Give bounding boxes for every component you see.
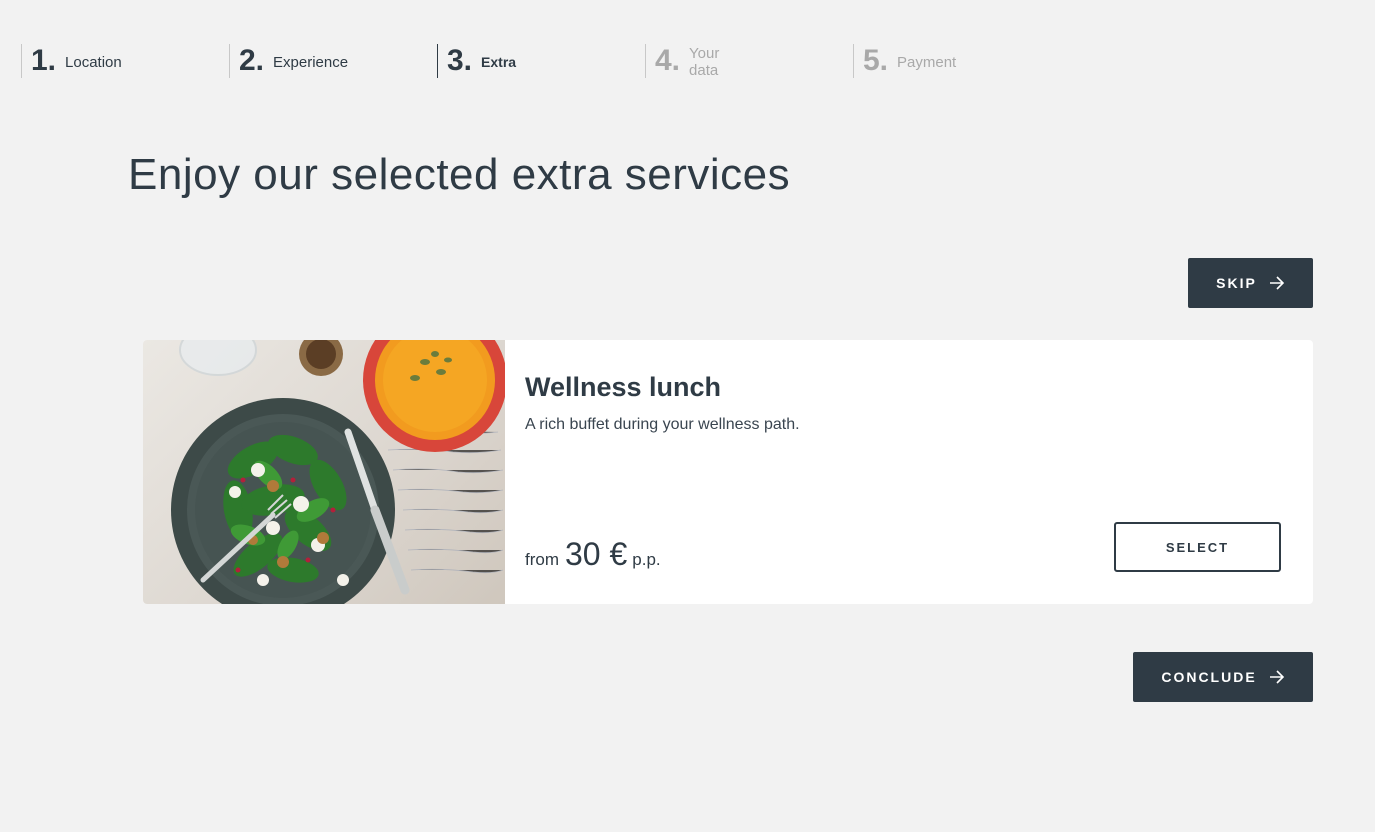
step-label: Experience bbox=[273, 53, 349, 71]
step-location[interactable]: 1. Location bbox=[21, 44, 122, 78]
step-number: 2. bbox=[239, 44, 265, 77]
step-number: 1. bbox=[31, 44, 57, 77]
page-title: Enjoy our selected extra services bbox=[128, 150, 791, 199]
conclude-button[interactable]: CONCLUDE bbox=[1133, 652, 1313, 702]
step-number: 5. bbox=[863, 44, 889, 77]
price-prefix: from bbox=[525, 550, 559, 569]
step-label: Extra bbox=[481, 54, 517, 70]
step-payment: 5. Payment bbox=[853, 44, 956, 78]
step-experience[interactable]: 2. Experience bbox=[229, 44, 348, 78]
service-title: Wellness lunch bbox=[525, 372, 722, 402]
price-suffix: p.p. bbox=[632, 550, 661, 569]
service-image bbox=[143, 340, 505, 604]
skip-button[interactable]: SKIP bbox=[1188, 258, 1313, 308]
step-your-data: 4. Your data bbox=[645, 44, 720, 79]
conclude-button-label: CONCLUDE bbox=[1161, 669, 1257, 685]
step-label: Location bbox=[65, 53, 122, 71]
step-number: 3. bbox=[447, 44, 473, 77]
price-amount: 30 € bbox=[565, 536, 628, 572]
step-label: Payment bbox=[897, 53, 957, 71]
select-button[interactable]: SELECT bbox=[1114, 522, 1281, 572]
skip-button-label: SKIP bbox=[1216, 275, 1257, 291]
step-label: Your data bbox=[689, 45, 720, 79]
arrow-right-icon bbox=[1269, 670, 1285, 684]
step-number: 4. bbox=[655, 44, 681, 77]
step-extra[interactable]: 3. Extra bbox=[437, 44, 516, 78]
service-description: A rich buffet during your wellness path. bbox=[525, 416, 800, 433]
arrow-right-icon bbox=[1269, 276, 1285, 290]
service-card: Wellness lunch A rich buffet during your… bbox=[143, 340, 1313, 604]
service-price: from 30 € p.p. bbox=[525, 536, 661, 573]
